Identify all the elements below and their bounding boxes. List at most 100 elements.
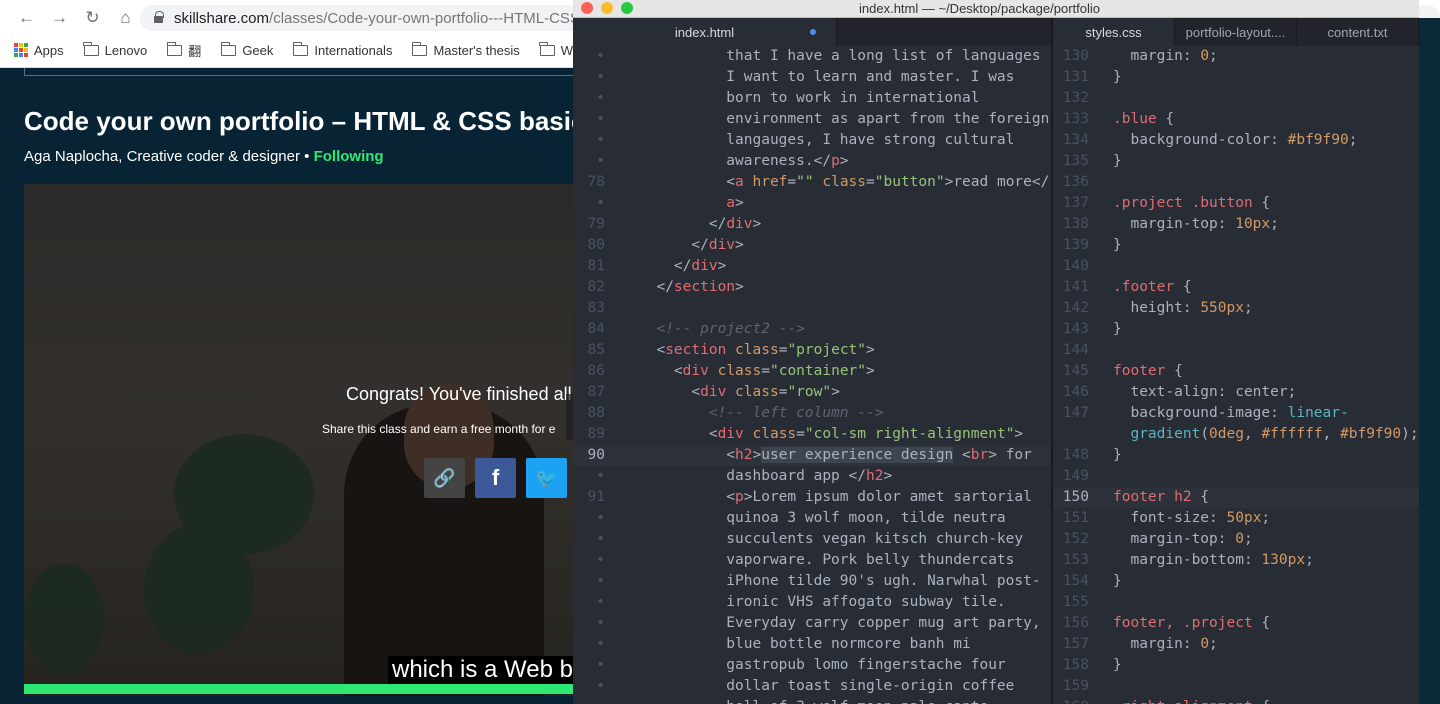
html-code-area[interactable]: • that I have a long list of languages • … [573,46,1051,704]
editor-titlebar: index.html — ~/Desktop/package/portfolio [573,0,1419,18]
code-token: div [691,258,718,274]
code-line[interactable]: gradient(0deg, #ffffff, #bf9f90); [1053,424,1419,445]
bookmark-lenovo[interactable]: Lenovo [83,41,147,58]
forward-arrow-icon[interactable]: → [43,6,76,30]
code-line[interactable]: 155 [1053,592,1419,613]
line-number: 83 [587,300,605,316]
twitter-share-button[interactable]: 🐦 [526,458,567,498]
code-line[interactable]: 83 [573,298,1051,319]
code-line[interactable]: • that I have a long list of languages [573,46,1051,67]
code-line[interactable]: 82 </section> [573,277,1051,298]
code-line[interactable]: 154} [1053,571,1419,592]
bookmark-cjk[interactable]: 翻 [166,41,201,60]
home-icon[interactable]: ⌂ [109,6,142,30]
line-number: • [596,552,605,568]
code-line[interactable]: 146 text-align: center; [1053,382,1419,403]
video-player[interactable]: Congrats! You've finished all Share this… [24,184,584,696]
code-line[interactable]: 84 <!-- project2 --> [573,319,1051,340]
code-line[interactable]: 88 <!-- left column --> [573,403,1051,424]
code-line[interactable]: 158} [1053,655,1419,676]
code-line[interactable]: 150 footer h2 { [1053,487,1419,508]
code-line[interactable]: • quinoa 3 wolf moon, tilde neutra [573,508,1051,529]
code-line[interactable]: • Everyday carry copper mug art party, [573,613,1051,634]
maximize-window-button[interactable] [621,2,633,14]
code-line[interactable]: • I want to learn and master. I was [573,67,1051,88]
code-line[interactable]: 86 <div class="container"> [573,361,1051,382]
back-arrow-icon[interactable]: ← [10,6,43,30]
video-progress-bar[interactable] [24,684,584,694]
code-line[interactable]: • born to work in international [573,88,1051,109]
bookmark-geek[interactable]: Geek [220,41,273,58]
code-line[interactable]: 136 [1053,172,1419,193]
code-line[interactable]: • hell of 3 wolf moon pale cante [573,697,1051,704]
code-line[interactable]: 133 .blue { [1053,109,1419,130]
code-line[interactable]: 145 footer { [1053,361,1419,382]
code-line[interactable]: • awareness.</p> [573,151,1051,172]
code-line[interactable]: 148} [1053,445,1419,466]
tab-content-txt[interactable]: content.txt [1297,18,1419,46]
code-line[interactable]: 139} [1053,235,1419,256]
code-line[interactable]: 143} [1053,319,1419,340]
minimize-window-button[interactable] [601,2,613,14]
code-line[interactable]: • dollar toast single-origin coffee [573,676,1051,697]
code-line[interactable]: 135} [1053,151,1419,172]
code-line[interactable]: 157 margin: 0; [1053,634,1419,655]
code-line[interactable]: 137 .project .button { [1053,193,1419,214]
code-line[interactable]: 140 [1053,256,1419,277]
bookmark-internationals[interactable]: Internationals [292,41,392,58]
code-line[interactable]: 81 </div> [573,256,1051,277]
code-line[interactable]: 89 <div class="col-sm right-alignment"> [573,424,1051,445]
code-line[interactable]: 91 <p>Lorem ipsum dolor amet sartorial [573,487,1051,508]
code-line[interactable]: 153 margin-bottom: 130px; [1053,550,1419,571]
line-number: • [596,531,605,547]
tab-index-html[interactable]: index.html [573,18,837,46]
code-line[interactable]: • iPhone tilde 90's ugh. Narwhal post- [573,571,1051,592]
code-line[interactable]: 141 .footer { [1053,277,1419,298]
link-share-button[interactable]: 🔗 [424,458,465,498]
code-line[interactable]: 130 margin: 0; [1053,46,1419,67]
reload-icon[interactable]: ↻ [76,6,109,30]
code-line[interactable]: 147 background-image: linear- [1053,403,1419,424]
code-line[interactable]: 159 [1053,676,1419,697]
code-line[interactable]: • gastropub lomo fingerstache four [573,655,1051,676]
code-line[interactable]: • ironic VHS affogato subway tile. [573,592,1051,613]
code-line[interactable]: 78 <a href="" class="button">read more</ [573,172,1051,193]
code-line[interactable]: • a> [573,193,1051,214]
code-line[interactable]: 142 height: 550px; [1053,298,1419,319]
code-line[interactable]: • vaporware. Pork belly thundercats [573,550,1051,571]
facebook-share-button[interactable]: f [475,458,516,498]
tab-styles-css[interactable]: styles.css [1053,18,1175,46]
code-line[interactable]: 79 </div> [573,214,1051,235]
url-text[interactable]: skillshare.com/classes/Code-your-own-por… [174,10,580,27]
code-line[interactable]: • langauges, I have strong cultural [573,130,1051,151]
code-line[interactable]: 151 font-size: 50px; [1053,508,1419,529]
tab-portfolio-layout[interactable]: portfolio-layout.... [1175,18,1297,46]
css-code-area[interactable]: 130 margin: 0; 131} 132 133 .blue {134 backg… [1053,46,1419,704]
code-line[interactable]: • blue bottle normcore banh mi [573,634,1051,655]
code-line[interactable]: 138 margin-top: 10px; [1053,214,1419,235]
code-line[interactable]: 87 <div class="row"> [573,382,1051,403]
code-line[interactable]: 144 [1053,340,1419,361]
code-token: > [717,258,727,274]
code-token: { [1252,615,1271,631]
code-line[interactable]: 160 .right-alignment { [1053,697,1419,704]
code-line[interactable]: 85 <section class="project"> [573,340,1051,361]
code-line[interactable]: • succulents vegan kitsch church-key [573,529,1051,550]
code-line[interactable]: 132 [1053,88,1419,109]
line-number: 135 [1062,153,1089,169]
following-link[interactable]: Following [314,148,384,165]
code-line[interactable]: 134 background-color: #bf9f90; [1053,130,1419,151]
code-line[interactable]: • dashboard app </h2> [573,466,1051,487]
bookmark-apps[interactable]: Apps [14,43,64,58]
code-line[interactable]: 156 footer, .project { [1053,613,1419,634]
code-line[interactable]: • environment as apart from the foreign [573,109,1051,130]
code-line[interactable]: 80 </div> [573,235,1051,256]
code-line[interactable]: 152 margin-top: 0; [1053,529,1419,550]
code-token: hell of 3 wolf moon pale cante [639,699,988,704]
code-line[interactable]: 131} [1053,67,1419,88]
close-window-button[interactable] [581,2,593,14]
screen: ← → ↻ ⌂ skillshare.com/classes/Code-your… [0,0,1440,704]
code-line[interactable]: 149 [1053,466,1419,487]
code-line[interactable]: 90 <h2>user experience design <br> for [573,445,1051,466]
bookmark-masters-thesis[interactable]: Master's thesis [411,41,520,58]
